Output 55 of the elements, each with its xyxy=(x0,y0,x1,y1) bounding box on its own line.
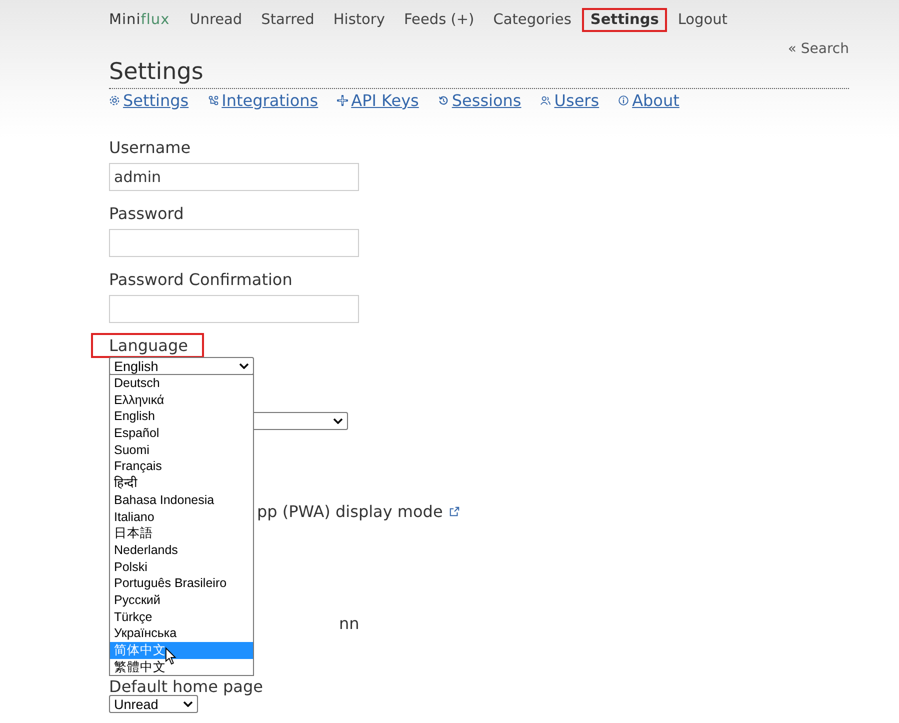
external-link-icon[interactable] xyxy=(448,506,460,517)
home-page-select[interactable]: Unread xyxy=(109,695,198,713)
nav-link[interactable]: Logout xyxy=(670,8,736,32)
field-label: Default home page xyxy=(109,678,263,695)
nav-link[interactable]: Settings xyxy=(582,8,667,32)
logo[interactable]: Miniflux xyxy=(109,12,170,28)
language-option[interactable]: Polski xyxy=(110,558,253,576)
field-label: Language xyxy=(93,335,202,356)
settings-tab-link[interactable]: Sessions xyxy=(438,91,522,110)
language-option[interactable]: Türkçe xyxy=(110,608,253,626)
text-field[interactable] xyxy=(109,229,359,257)
nav-link[interactable]: Starred xyxy=(253,8,322,32)
language-select[interactable]: English xyxy=(109,357,254,375)
page-title: Settings xyxy=(109,57,849,89)
info-icon xyxy=(618,95,630,106)
language-option[interactable]: हिन्दी xyxy=(110,475,253,492)
language-option[interactable]: Deutsch xyxy=(110,375,253,392)
language-option[interactable]: Français xyxy=(110,458,253,476)
language-option[interactable]: Suomi xyxy=(110,442,253,458)
settings-tab-link[interactable]: Settings xyxy=(109,91,189,110)
field-label: pp (PWA) display mode xyxy=(257,501,443,522)
text-field[interactable]: admin xyxy=(109,163,359,191)
language-option[interactable]: Ελληνικά xyxy=(110,392,253,408)
field-label: Username xyxy=(109,137,191,158)
nav-link[interactable]: Categories xyxy=(485,8,580,32)
language-option[interactable]: Українська xyxy=(110,625,253,642)
settings-tab-link[interactable]: API Keys xyxy=(337,91,419,110)
text-field[interactable] xyxy=(109,295,359,323)
language-option[interactable]: English xyxy=(110,408,253,426)
field-label: Password Confirmation xyxy=(109,269,292,290)
field-label: nn xyxy=(339,614,360,633)
language-option[interactable]: 日本語 xyxy=(110,525,253,542)
search-link[interactable]: « Search xyxy=(788,41,849,57)
settings-tab-link[interactable]: Integrations xyxy=(208,91,318,110)
field-label: Password xyxy=(109,203,184,224)
chevron-icon xyxy=(239,363,249,369)
language-option[interactable]: Nederlands xyxy=(110,542,253,559)
chevron-icon xyxy=(183,701,193,707)
mouse-pointer-icon xyxy=(165,647,178,666)
nav-link[interactable]: Unread xyxy=(182,8,250,32)
settings-tab-link[interactable]: Users xyxy=(540,91,600,110)
language-option[interactable]: 繁體中文 xyxy=(110,658,253,676)
language-option[interactable]: Italiano xyxy=(110,508,253,526)
history-icon xyxy=(438,95,449,106)
language-option[interactable]: Русский xyxy=(110,592,253,609)
gear-icon xyxy=(109,95,120,106)
language-option[interactable]: Español xyxy=(110,425,253,442)
nav-link[interactable]: Feeds (+) xyxy=(396,8,482,32)
users-icon xyxy=(540,95,552,106)
nav-link[interactable]: History xyxy=(325,8,393,32)
chevron-icon xyxy=(333,418,343,424)
settings-tab-link[interactable]: About xyxy=(618,91,680,110)
branch-icon xyxy=(208,95,219,106)
language-option[interactable]: Português Brasileiro xyxy=(110,575,253,592)
language-option[interactable]: Bahasa Indonesia xyxy=(110,492,253,508)
